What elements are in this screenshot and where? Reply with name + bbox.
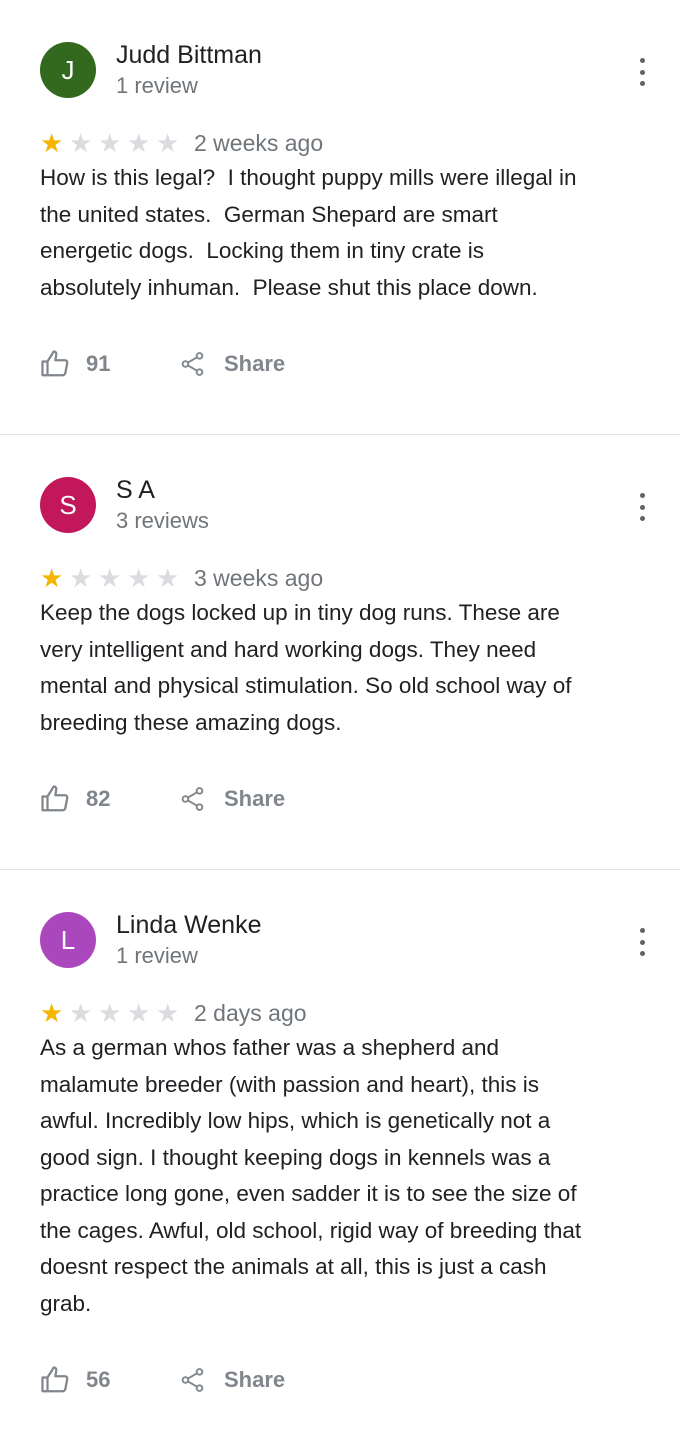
thumbs-up-icon xyxy=(41,350,69,377)
star-empty-icon: ★ xyxy=(127,563,151,593)
more-options-icon[interactable] xyxy=(636,58,648,86)
star-empty-icon: ★ xyxy=(98,998,122,1028)
author-name[interactable]: Judd Bittman xyxy=(116,40,262,70)
more-options-icon[interactable] xyxy=(636,928,648,956)
star-empty-icon: ★ xyxy=(69,128,93,158)
author-review-count: 3 reviews xyxy=(116,508,209,533)
review-text: Keep the dogs locked up in tiny dog runs… xyxy=(40,600,572,735)
rating-line: ★ ★ ★ ★ ★ 2 weeks ago xyxy=(40,126,640,160)
author-review-count: 1 review xyxy=(116,73,198,98)
star-empty-icon: ★ xyxy=(127,128,151,158)
star-rating: ★ ★ ★ ★ ★ xyxy=(40,565,185,591)
star-empty-icon: ★ xyxy=(127,998,151,1028)
like-button[interactable]: 91 xyxy=(40,349,180,379)
share-button[interactable]: Share xyxy=(180,350,285,378)
star-rating: ★ ★ ★ ★ ★ xyxy=(40,1000,185,1026)
review-date: 3 weeks ago xyxy=(194,564,324,591)
author-name[interactable]: Linda Wenke xyxy=(116,910,261,940)
review-header: S S A 3 reviews xyxy=(40,435,640,539)
star-empty-icon: ★ xyxy=(98,128,122,158)
star-filled-icon: ★ xyxy=(40,128,64,158)
review-text: How is this legal? I thought puppy mills… xyxy=(40,165,577,300)
review-card: J Judd Bittman 1 review ★ ★ ★ ★ ★ 2 weeks ag… xyxy=(0,0,680,435)
like-count: 82 xyxy=(86,786,111,811)
review-text: As a german whos father was a shepherd a… xyxy=(40,1035,582,1316)
more-options-icon[interactable] xyxy=(636,493,648,521)
review-date: 2 weeks ago xyxy=(194,129,324,156)
like-button[interactable]: 56 xyxy=(40,1365,180,1395)
star-empty-icon: ★ xyxy=(98,563,122,593)
review-actions: 56 Share xyxy=(40,1322,640,1450)
star-empty-icon: ★ xyxy=(156,563,180,593)
share-button[interactable]: Share xyxy=(180,1366,285,1394)
share-label: Share xyxy=(224,1367,286,1392)
review-header: L Linda Wenke 1 review xyxy=(40,870,640,974)
author-name[interactable]: S A xyxy=(116,475,209,505)
like-count: 56 xyxy=(86,1367,111,1392)
star-empty-icon: ★ xyxy=(156,998,180,1028)
review-card: S S A 3 reviews ★ ★ ★ ★ ★ 3 weeks ago Keep t… xyxy=(0,435,680,870)
share-icon xyxy=(181,787,204,811)
share-icon xyxy=(181,1368,204,1392)
review-actions: 82 Share xyxy=(40,741,640,869)
author-review-count: 1 review xyxy=(116,943,198,968)
review-card: L Linda Wenke 1 review ★ ★ ★ ★ ★ 2 days ago … xyxy=(0,870,680,1450)
like-count: 91 xyxy=(86,351,111,376)
review-header: J Judd Bittman 1 review xyxy=(40,0,640,104)
share-button[interactable]: Share xyxy=(180,785,285,813)
share-icon xyxy=(181,352,204,376)
author-info: Linda Wenke 1 review xyxy=(116,910,261,970)
share-label: Share xyxy=(224,351,286,376)
thumbs-up-icon xyxy=(41,1366,69,1393)
star-filled-icon: ★ xyxy=(40,998,64,1028)
review-date: 2 days ago xyxy=(194,999,307,1026)
share-label: Share xyxy=(224,786,286,811)
author-info: S A 3 reviews xyxy=(116,475,209,535)
author-info: Judd Bittman 1 review xyxy=(116,40,262,100)
thumbs-up-icon xyxy=(41,785,69,812)
star-filled-icon: ★ xyxy=(40,563,64,593)
star-empty-icon: ★ xyxy=(69,563,93,593)
star-empty-icon: ★ xyxy=(69,998,93,1028)
rating-line: ★ ★ ★ ★ ★ 3 weeks ago xyxy=(40,561,640,595)
review-actions: 91 Share xyxy=(40,306,640,434)
reviews-list: J Judd Bittman 1 review ★ ★ ★ ★ ★ 2 weeks ag… xyxy=(0,0,680,1450)
rating-line: ★ ★ ★ ★ ★ 2 days ago xyxy=(40,996,640,1030)
avatar[interactable]: J xyxy=(40,42,96,98)
avatar[interactable]: L xyxy=(40,912,96,968)
star-rating: ★ ★ ★ ★ ★ xyxy=(40,130,185,156)
star-empty-icon: ★ xyxy=(156,128,180,158)
avatar[interactable]: S xyxy=(40,477,96,533)
like-button[interactable]: 82 xyxy=(40,784,180,814)
